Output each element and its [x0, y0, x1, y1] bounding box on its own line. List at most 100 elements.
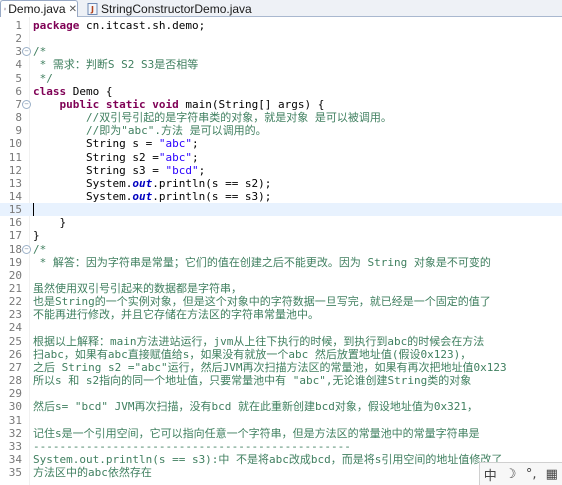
code-token: out: [132, 176, 153, 190]
code-text: ----------------------------------------…: [33, 440, 562, 453]
code-text: String s3 = "bcd";: [33, 164, 562, 177]
code-line[interactable]: 4 * 需求：判断S S2 S3是否相等: [0, 58, 562, 71]
code-line[interactable]: 30 然后s= "bcd" JVM再次扫描，没有bcd 就在此重新创建bcd对象，…: [0, 400, 562, 413]
code-token: ;: [191, 150, 199, 164]
code-text: 根据以上解释：main方法进站运行，jvm从上往下执行的时候，到执行到abc的时…: [33, 335, 562, 348]
code-token: ----------------------------------------…: [33, 439, 351, 453]
line-number: 28: [8, 374, 22, 388]
punctuation-icon[interactable]: °,: [522, 467, 540, 482]
code-token: 所以s 和 s2指向的同一个地址值，只要常量池中有 "abc",无论谁创建Str…: [33, 374, 472, 388]
code-token: System.: [33, 176, 133, 190]
code-token: 根据以上解释：main方法进站运行，jvm从上往下执行的时候，到执行到abc的时…: [33, 334, 485, 348]
code-line[interactable]: 17}: [0, 229, 562, 242]
code-line[interactable]: 8 //双引号引起的是字符串类的对象，就是对象 是可以被调用。: [0, 111, 562, 124]
code-text: //即为"abc".方法 是可以调用的。: [33, 124, 562, 137]
line-number: 21: [8, 282, 22, 295]
code-line[interactable]: 1 package cn.itcast.sh.demo;: [0, 19, 562, 32]
code-text: /*: [33, 45, 562, 58]
code-token: ;: [191, 137, 199, 151]
code-line[interactable]: 6 class Demo {: [0, 85, 562, 98]
code-token: .println(s == s2);: [152, 176, 272, 190]
code-line[interactable]: 11 String s2 ="abc";: [0, 151, 562, 164]
code-token: }: [33, 216, 67, 230]
line-number: 18: [8, 242, 22, 256]
code-line[interactable]: 27 之后 String s2 ="abc"运行，然后JVM再次扫描方法区的常量池…: [0, 361, 562, 374]
code-line[interactable]: 25 根据以上解释：main方法进站运行，jvm从上往下执行的时候，到执行到abc…: [0, 335, 562, 348]
code-line[interactable]: 20: [0, 269, 562, 282]
code-line[interactable]: 12 String s3 = "bcd";: [0, 164, 562, 177]
line-number: 5: [15, 71, 22, 85]
code-token: String s2 =: [33, 150, 159, 164]
code-token: ;: [198, 163, 206, 177]
code-line[interactable]: 33 --------------------------------------…: [0, 440, 562, 453]
fold-toggle-icon[interactable]: −: [22, 99, 31, 109]
code-text: 虽然使用双引号引起来的数据都是字符串，: [33, 282, 562, 295]
line-number: 11: [8, 150, 22, 164]
code-token: out: [132, 189, 153, 203]
code-line[interactable]: 34 System.out.println(s == s3):中 不是将abc改成…: [0, 453, 562, 466]
code-line[interactable]: 19 * 解答：因为字符串是常量；它们的值在创建之后不能更改。因为 String…: [0, 256, 562, 269]
ime-language-button[interactable]: 中: [481, 465, 499, 484]
code-token: class: [33, 84, 67, 98]
code-line[interactable]: 2: [0, 32, 562, 45]
code-line[interactable]: 24: [0, 321, 562, 334]
code-text: * 需求：判断S S2 S3是否相等: [33, 58, 562, 71]
code-token: System.out.println(s == s3):中 不是将abc改成bc…: [33, 452, 503, 466]
code-line[interactable]: 10 String s = "abc";: [0, 137, 562, 150]
line-number: 14: [8, 189, 22, 203]
code-line[interactable]: 18−/*: [0, 243, 562, 256]
code-line[interactable]: 22 也是String的一个实例对象，但是这个对象中的字符数据一旦写完，就已经是一…: [0, 295, 562, 308]
soft-keyboard-icon[interactable]: ▦: [543, 467, 561, 482]
line-number: 1: [15, 19, 22, 32]
line-number: 35: [8, 466, 22, 480]
code-line[interactable]: 23 不能再进行修改，并且它存储在方法区的字符串常量池中。: [0, 308, 562, 321]
code-line[interactable]: 26 扫abc，如果有abc直接赋值给s，如果没有就放一个abc 然后放置地址值(…: [0, 348, 562, 361]
text-caret: [33, 203, 34, 217]
code-text: 不能再进行修改，并且它存储在方法区的字符串常量池中。: [33, 308, 562, 321]
code-line[interactable]: 7− public static void main(String[] args…: [0, 98, 562, 111]
line-number: 7: [15, 97, 22, 111]
line-number: 27: [8, 360, 22, 374]
code-token: cn.itcast.sh.demo;: [79, 19, 206, 32]
line-number: 4: [15, 58, 22, 72]
code-line[interactable]: 21 虽然使用双引号引起来的数据都是字符串，: [0, 282, 562, 295]
code-text: String s2 ="abc";: [33, 151, 562, 164]
line-number: 29: [8, 387, 22, 401]
code-line[interactable]: 28 所以s 和 s2指向的同一个地址值，只要常量池中有 "abc",无论谁创建S…: [0, 374, 562, 387]
code-line[interactable]: 35 方法区中的abc依然存在: [0, 466, 562, 479]
line-number: 19: [8, 255, 22, 269]
code-line[interactable]: 9 //即为"abc".方法 是可以调用的。: [0, 124, 562, 137]
tab-string-constructor-demo[interactable]: J StringConstructorDemo.java: [84, 0, 284, 17]
code-line[interactable]: 5 */: [0, 72, 562, 85]
tab-label: StringConstructorDemo.java: [101, 1, 252, 16]
code-line[interactable]: 29: [0, 387, 562, 400]
line-number: 2: [15, 32, 22, 46]
line-number: 6: [15, 84, 22, 98]
code-token: 扫abc，如果有abc直接赋值给s，如果没有就放一个abc 然后放置地址值(假设…: [33, 347, 472, 361]
code-line[interactable]: 31: [0, 414, 562, 427]
code-text: //双引号引起的是字符串类的对象，就是对象 是可以被调用。: [33, 111, 562, 124]
line-number: 26: [8, 347, 22, 361]
editor-tab-bar: J Demo.java ✕ J StringConstructorDemo.ja…: [0, 0, 562, 17]
code-line[interactable]: 32 记住s是一个引用空间，它可以指向任意一个字符串，但是方法区的常量池中的常量字…: [0, 427, 562, 440]
code-line[interactable]: 13 System.out.println(s == s2);: [0, 177, 562, 190]
line-number: 23: [8, 308, 22, 322]
tab-demo-java[interactable]: J Demo.java ✕: [0, 0, 78, 17]
code-text: 然后s= "bcd" JVM再次扫描，没有bcd 就在此重新创建bcd对象，假设…: [33, 400, 562, 413]
code-token: "bcd": [165, 163, 199, 177]
fold-toggle-icon[interactable]: −: [22, 244, 31, 254]
code-token: 然后s= "bcd" JVM再次扫描，没有bcd 就在此重新创建bcd对象，假设…: [33, 400, 478, 414]
fold-toggle-icon[interactable]: −: [22, 47, 31, 57]
code-text: 记住s是一个引用空间，它可以指向任意一个字符串，但是方法区的常量池中的常量字符串…: [33, 427, 562, 440]
tab-label: Demo.java: [8, 2, 66, 16]
code-line[interactable]: 16 }: [0, 216, 562, 229]
line-number: 15: [8, 203, 22, 217]
moon-icon[interactable]: ☽: [502, 467, 520, 482]
line-number: 25: [8, 334, 22, 348]
code-token: /*: [33, 242, 47, 256]
code-line[interactable]: 3−/*: [0, 45, 562, 58]
code-line[interactable]: 15: [0, 203, 562, 217]
code-line[interactable]: 14 System.out.println(s == s3);: [0, 190, 562, 203]
close-icon[interactable]: ✕: [69, 4, 77, 15]
code-editor[interactable]: 1 package cn.itcast.sh.demo; 2 3−/* 4 * 需求：判…: [0, 17, 562, 485]
